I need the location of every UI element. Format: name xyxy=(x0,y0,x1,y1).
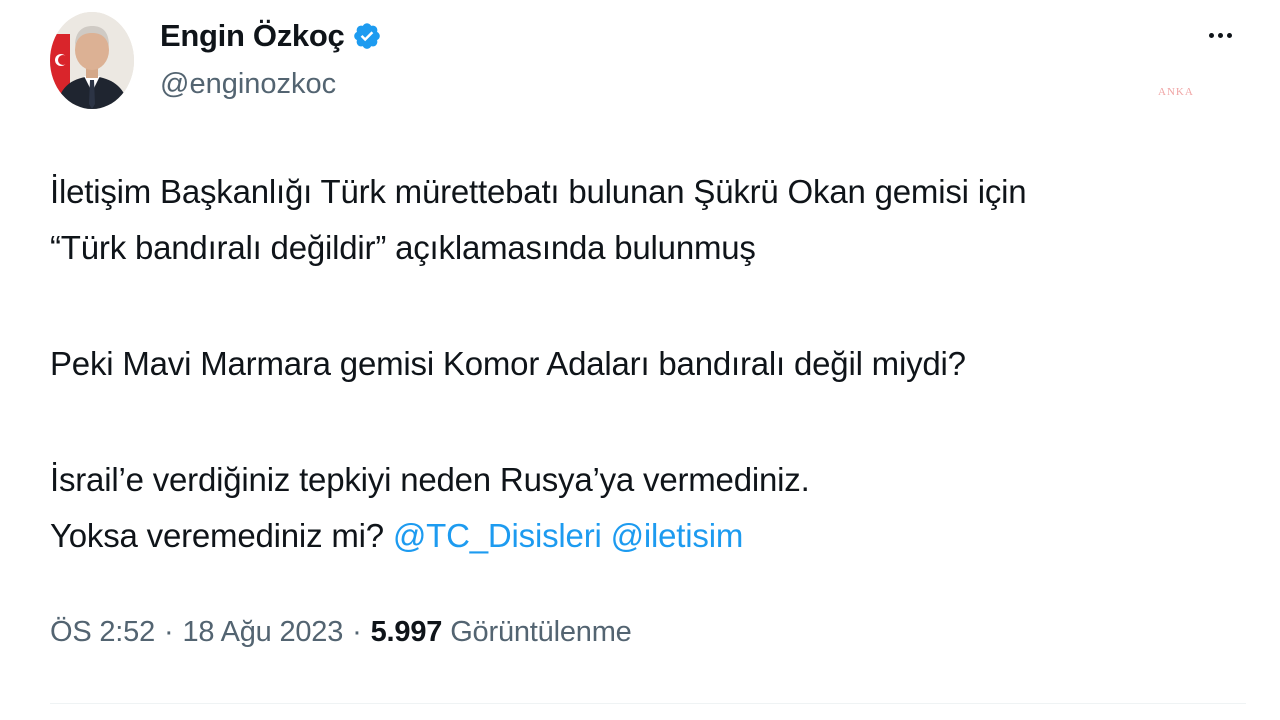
tweet-card: Engin Özkoç @enginozkoc ANKA İletişim Ba… xyxy=(0,0,1280,720)
divider xyxy=(50,703,1246,704)
more-dot xyxy=(1217,32,1223,38)
tweet-date[interactable]: 18 Ağu 2023 xyxy=(182,616,343,649)
more-dot xyxy=(1208,32,1214,38)
tweet-text: İletişim Başkanlığı Türk mürettebatı bul… xyxy=(50,164,1230,564)
tweet-meta: ÖS 2:52 · 18 Ağu 2023 · 5.997 Görüntülen… xyxy=(50,616,632,649)
more-options-icon[interactable] xyxy=(1200,20,1240,50)
mention-link-tc-disisleri[interactable]: @TC_Disisleri xyxy=(393,517,602,554)
mention-link-iletisim[interactable]: @iletisim xyxy=(611,517,744,554)
tweet-line-with-mentions: Yoksa veremediniz mi? @TC_Disisleri @ile… xyxy=(50,508,1230,564)
author-name-row: Engin Özkoç xyxy=(160,16,382,56)
tweet-text-segment: Yoksa veremediniz mi? xyxy=(50,517,384,554)
views-count: 5.997 xyxy=(370,616,443,648)
tweet-time[interactable]: ÖS 2:52 xyxy=(50,616,155,649)
tweet-line: “Türk bandıralı değildir” açıklamasında … xyxy=(50,229,756,266)
author-name[interactable]: Engin Özkoç xyxy=(160,18,345,54)
avatar[interactable] xyxy=(50,12,134,109)
watermark: ANKA xyxy=(1158,86,1194,98)
more-dot xyxy=(1226,32,1232,38)
tweet-line: Peki Mavi Marmara gemisi Komor Adaları b… xyxy=(50,345,966,382)
views-label: Görüntülenme xyxy=(450,616,632,648)
meta-separator: · xyxy=(164,616,174,648)
author-handle[interactable]: @enginozkoc xyxy=(160,68,336,101)
tweet-line: İletişim Başkanlığı Türk mürettebatı bul… xyxy=(50,173,1027,210)
tweet-line: İsrail’e verdiğiniz tepkiyi neden Rusya’… xyxy=(50,461,810,498)
verified-badge-icon xyxy=(352,21,382,51)
meta-separator: · xyxy=(352,616,362,648)
